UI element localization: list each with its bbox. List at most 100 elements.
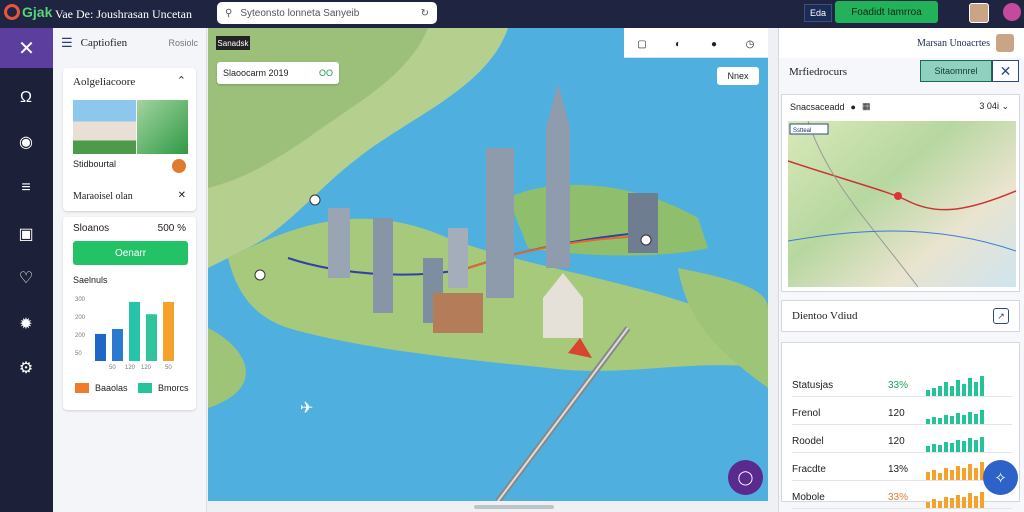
logo-ring-icon: [4, 4, 20, 20]
chart-bar[interactable]: [95, 333, 106, 361]
legend-label: Baaolas: [95, 383, 128, 393]
stat-label: Roodel: [792, 436, 824, 447]
stat-row[interactable]: Fracdte 13%: [792, 459, 1012, 481]
mini-map-dropdown[interactable]: 3 04i ⌄: [979, 101, 1009, 112]
spark-bar: [974, 413, 978, 424]
stat-label: Statusjas: [792, 380, 834, 391]
refresh-icon[interactable]: ↻: [421, 8, 429, 19]
spark-bar: [944, 381, 948, 396]
location-pin-icon[interactable]: ●: [851, 102, 856, 112]
user-avatar-small[interactable]: [996, 34, 1014, 52]
nav-chart-icon[interactable]: ≡: [14, 176, 38, 200]
user-fab-button[interactable]: ◯: [728, 460, 763, 495]
tower-building: [373, 218, 393, 313]
search-bar[interactable]: ⚲ Syteonsto lonneta Sanyeib ↻: [217, 2, 437, 24]
stats-card-percent: 500 %: [157, 223, 186, 234]
stat-row[interactable]: Frenol 120: [792, 403, 1012, 425]
map-pin[interactable]: [640, 234, 652, 246]
chart-bar[interactable]: [146, 314, 157, 361]
tick-label: 300: [75, 297, 86, 303]
x-tick-label: 120: [125, 365, 136, 371]
close-icon[interactable]: ✕: [178, 190, 186, 201]
spark-bar: [980, 436, 984, 452]
search-input[interactable]: Syteonsto lonneta Sanyeib: [240, 8, 420, 19]
spark-bar: [926, 471, 930, 480]
legend-swatch-teal: [138, 383, 152, 393]
chat-icon[interactable]: ▢: [632, 35, 652, 53]
spark-bar: [938, 500, 942, 508]
map-zoom-button[interactable]: Nnex: [717, 67, 759, 85]
nav-shield-icon[interactable]: ♡: [14, 266, 38, 290]
section-header: Dientoo Vdiud ↗: [781, 300, 1020, 332]
chart-bar[interactable]: [112, 329, 123, 361]
legend-swatch-orange: [75, 383, 89, 393]
chart-bar[interactable]: [129, 301, 140, 361]
directions-fab-button[interactable]: ✧: [983, 460, 1018, 495]
user-avatar[interactable]: [969, 3, 989, 23]
clock-icon[interactable]: ◷: [740, 35, 760, 53]
spark-bar: [956, 412, 960, 424]
collapse-icon[interactable]: ⌃: [177, 74, 186, 87]
mini-map-image[interactable]: Sstteal: [787, 120, 1017, 288]
map-canvas[interactable]: ✈: [208, 28, 768, 501]
stat-row[interactable]: Roodel 120: [792, 431, 1012, 453]
stat-row[interactable]: Statusjas 33%: [792, 375, 1012, 397]
spark-bar: [974, 439, 978, 452]
app-logo[interactable]: Gjak: [4, 4, 52, 20]
tick-label: 200: [75, 333, 86, 339]
map-filter-option[interactable]: OO: [319, 68, 333, 78]
nav-settings-icon[interactable]: ✹: [14, 312, 38, 336]
spark-bar: [932, 387, 936, 396]
nav-gear-icon[interactable]: ⚙: [14, 356, 38, 380]
main-skyscraper: [546, 83, 570, 268]
spark-bar: [950, 469, 954, 480]
map-pin[interactable]: [254, 269, 266, 281]
nav-calendar-icon[interactable]: ▣: [14, 222, 38, 246]
stat-sparkbars: [926, 488, 984, 508]
temple-thumbnail[interactable]: [73, 100, 136, 154]
stat-row[interactable]: Mobole 33%: [792, 487, 1012, 509]
stats-card-header: Sloanos: [73, 223, 110, 234]
right-panel-action-button[interactable]: Sitaomnrel: [920, 60, 992, 82]
stat-value: 120: [888, 408, 905, 419]
horizontal-scrollbar[interactable]: [474, 505, 554, 509]
spark-bar: [956, 465, 960, 480]
user-icon[interactable]: ●: [704, 35, 724, 53]
alert-icon[interactable]: ◐: [668, 35, 688, 53]
tower-building: [328, 208, 350, 278]
map-pin[interactable]: [309, 194, 321, 206]
spark-bar: [968, 377, 972, 396]
spark-bar: [962, 414, 966, 424]
stats-card-button[interactable]: Oenarr: [73, 241, 188, 265]
map-pin[interactable]: [894, 192, 902, 200]
mini-map-card: Snacsaceadd ● ▦ 3 04i ⌄ Sstteal: [781, 94, 1020, 292]
mini-chart-label: Saelnuls: [73, 275, 108, 285]
spark-bar: [932, 498, 936, 508]
map-chip[interactable]: Sanadsk: [216, 36, 250, 50]
map-filter-pill[interactable]: Slaoocarm 2019 OO: [217, 62, 339, 84]
close-icon[interactable]: ✕: [992, 60, 1019, 82]
nav-globe-icon[interactable]: ◉: [14, 130, 38, 154]
profile-menu-icon[interactable]: [1003, 3, 1021, 21]
spark-bar: [980, 375, 984, 396]
stat-sparkbars: [926, 375, 984, 396]
nav-location-icon[interactable]: Ω: [14, 86, 38, 110]
spark-bar: [938, 385, 942, 396]
landscape-thumbnail[interactable]: [137, 100, 188, 154]
stat-label: Frenol: [792, 408, 821, 419]
spark-bar: [956, 379, 960, 396]
orange-status-icon[interactable]: [172, 159, 186, 173]
chart-bar[interactable]: [163, 301, 174, 361]
search-icon: ⚲: [225, 7, 233, 19]
export-icon[interactable]: ↗: [993, 308, 1009, 324]
location-card-title: Aolgeliacoore: [73, 76, 136, 88]
nav-tools-icon[interactable]: ✕: [0, 28, 53, 68]
topbar-badge[interactable]: Eda: [804, 4, 832, 22]
layers-icon[interactable]: ▦: [862, 101, 871, 112]
spark-bar: [926, 418, 930, 424]
spark-bar: [932, 416, 936, 424]
primary-action-button[interactable]: Foadidt Iamrroa: [835, 1, 938, 23]
left-panel-tag[interactable]: Rosiolc: [168, 38, 198, 48]
low-building: [433, 293, 483, 333]
menu-icon[interactable]: ☰: [61, 35, 73, 51]
